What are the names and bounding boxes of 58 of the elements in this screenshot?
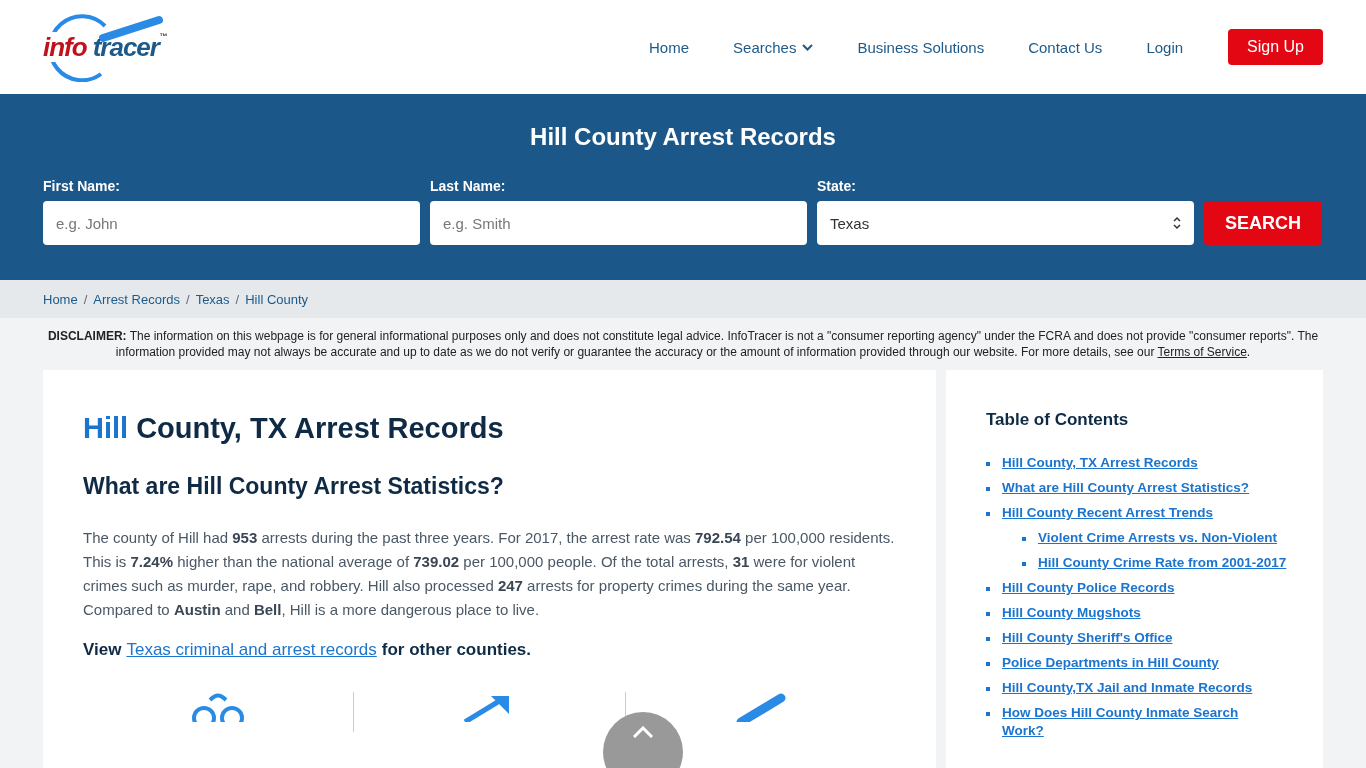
bullet-icon [986, 637, 990, 641]
search-button[interactable]: SEARCH [1204, 201, 1322, 245]
sign-up-button[interactable]: Sign Up [1228, 29, 1323, 65]
disclaimer-text: DISCLAIMER: The information on this webpage is for general informational purposes only and does not constitute legal advice. InfoTracer is not a "consumer reporting agency" under the FCRA and does not provide "consumer reports". The information provided may not always be accurate and up to date as we do not verify or guarantee the accuracy or the amount of information provided through our website. For more details, see our Terms of Service. [46, 328, 1320, 361]
nav-link[interactable]: Login [1124, 38, 1206, 56]
bullet-icon [1022, 562, 1026, 566]
scroll-top-button[interactable] [603, 712, 683, 768]
chevron-down-icon [802, 43, 814, 51]
toc-link[interactable]: Hill County Mugshots [1002, 604, 1141, 622]
nav-link[interactable]: Home [627, 38, 712, 56]
view-text: View [83, 640, 122, 660]
last-name-field[interactable]: e.g. Smith [430, 201, 807, 245]
toc-link[interactable]: Violent Crime Arrests vs. Non-Violent [1038, 529, 1278, 547]
breadcrumb-separator: / [235, 291, 240, 307]
toc-link[interactable]: Hill County Police Records [1002, 579, 1175, 597]
bullet-icon [986, 687, 990, 691]
toc-link[interactable]: What are Hill County Arrest Statistics? [1002, 479, 1250, 497]
section-heading: What are Hill County Arrest Statistics? [83, 473, 505, 500]
logo[interactable]: info tracer™ [43, 12, 208, 82]
bullet-icon [1022, 537, 1026, 541]
records-link[interactable]: Texas criminal and arrest records [126, 640, 377, 660]
breadcrumb-separator: / [83, 291, 88, 307]
breadcrumb-link[interactable]: Hill County [245, 291, 309, 307]
field-label: First Name: [43, 178, 122, 194]
toc-link[interactable]: How Does Hill County Inmate Search Work? [1002, 704, 1283, 740]
field-label: State: [817, 178, 857, 194]
bullet-icon [986, 662, 990, 666]
bullet-icon [986, 462, 990, 466]
bullet-icon [986, 587, 990, 591]
bullet-icon [986, 712, 990, 716]
stats-paragraph: The county of Hill had 953 arrests during the past three years. For 2017, the arrest rate was 792.54 per 100,000 residents. This is 7.24% higher than the national average of 739.02 per 100,000 people. Of the total arrests, 31 were for violent crimes such as murder, rape, and robbery. Hill also processed 247 arrests for property crimes during the same year. Compared to Austin and Bell, Hill is a more dangerous place to live. [83, 528, 896, 620]
toc-link[interactable]: Hill County Sheriff's Office [1002, 629, 1173, 647]
toc-title: Table of Contents [986, 410, 1130, 430]
state-select[interactable]: Texas [817, 201, 1194, 245]
field-label: Last Name: [430, 178, 507, 194]
terms-link[interactable]: Terms of Service [1157, 345, 1247, 359]
bullet-icon [986, 512, 990, 516]
nav-link[interactable]: Contact Us [1006, 38, 1125, 56]
article-title: County, TX Arrest Records [136, 412, 504, 445]
breadcrumb-separator: / [186, 291, 190, 307]
nav-link[interactable]: Business Solutions [835, 38, 1007, 56]
chevron-up-icon [632, 726, 654, 738]
toc-link[interactable]: Hill County,TX Jail and Inmate Records [1002, 679, 1253, 697]
view-text: for other counties. [381, 640, 532, 660]
select-arrows-icon [1173, 216, 1181, 230]
toc-link[interactable]: Police Departments in Hill County [1002, 654, 1219, 672]
toc-link[interactable]: Hill County, TX Arrest Records [1002, 454, 1198, 472]
toc-link[interactable]: Hill County Crime Rate from 2001-2017 [1038, 554, 1287, 572]
first-name-field[interactable]: e.g. John [43, 201, 420, 245]
bullet-icon [986, 612, 990, 616]
bullet-icon [986, 487, 990, 491]
breadcrumb-link[interactable]: Texas [195, 291, 230, 307]
breadcrumb-link[interactable]: Arrest Records [93, 291, 180, 307]
search-title: Hill County Arrest Records [529, 122, 837, 152]
breadcrumb-link[interactable]: Home [43, 291, 78, 307]
searches-menu[interactable]: Searches [711, 38, 836, 56]
toc-link[interactable]: Hill County Recent Arrest Trends [1002, 504, 1283, 522]
title-highlight: Hill [83, 412, 129, 445]
